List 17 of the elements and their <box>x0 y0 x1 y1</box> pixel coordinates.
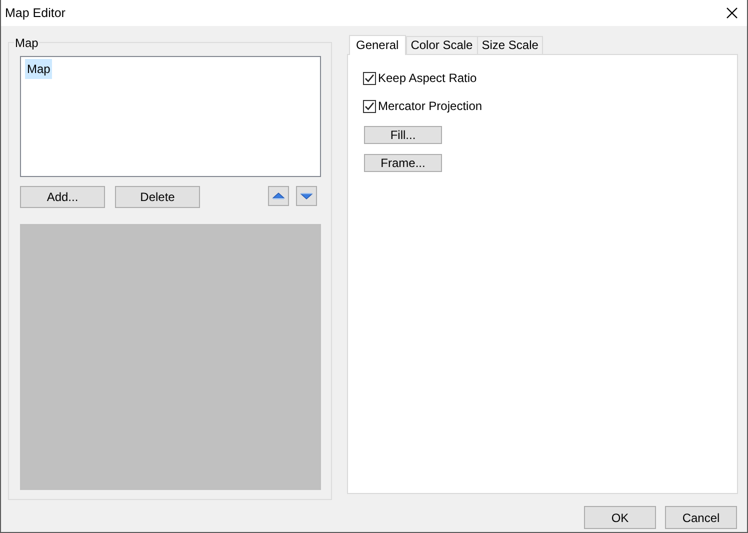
frame-button[interactable]: Frame... <box>364 154 442 172</box>
delete-button[interactable]: Delete <box>115 186 200 208</box>
ok-button[interactable]: OK <box>584 506 656 529</box>
move-up-button[interactable] <box>268 186 289 206</box>
add-button[interactable]: Add... <box>20 186 105 208</box>
checkbox-label: Mercator Projection <box>378 98 482 115</box>
tab[interactable]: General <box>349 35 406 55</box>
cancel-button[interactable]: Cancel <box>665 506 737 529</box>
checkbox[interactable] <box>363 100 376 112</box>
checkbox-label: Keep Aspect Ratio <box>378 70 477 87</box>
tab[interactable]: Color Scale <box>406 36 478 54</box>
tab[interactable]: Size Scale <box>478 36 544 54</box>
checkbox[interactable] <box>363 72 376 84</box>
window-title: Map Editor <box>5 4 66 22</box>
list-item[interactable]: Map <box>25 59 52 79</box>
move-down-button[interactable] <box>296 186 317 206</box>
fill-button[interactable]: Fill... <box>364 126 442 144</box>
